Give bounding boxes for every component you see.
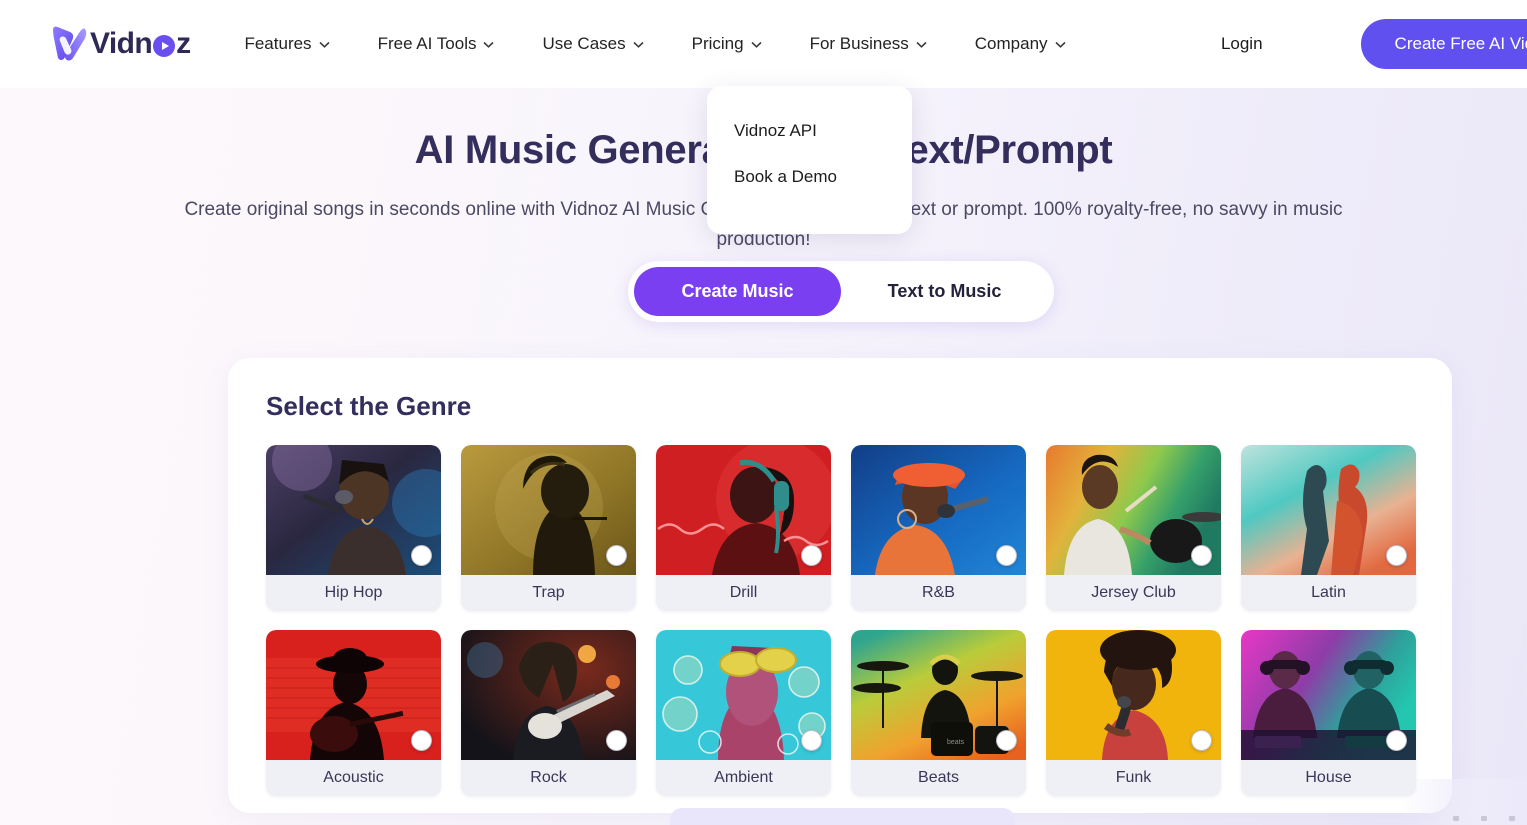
genre-card-trap[interactable]: Trap [461, 445, 636, 611]
nav-label-for-business: For Business [809, 34, 909, 53]
corner-dot [1509, 816, 1515, 821]
section-title-select-genre: Select the Genre [266, 391, 472, 421]
dropdown-item-vidnoz-api[interactable]: Vidnoz API [707, 108, 912, 154]
genre-radio-rnb[interactable] [996, 545, 1017, 566]
genre-label-trap: Trap [461, 575, 636, 611]
nav-label-features: Features [244, 34, 312, 53]
chevron-down-icon [751, 41, 762, 48]
chevron-down-icon [319, 41, 330, 48]
chevron-down-icon [916, 41, 927, 48]
genre-thumbnail-jersey-club [1046, 445, 1221, 575]
vidnoz-v-logo-icon [53, 26, 87, 61]
nav-item-company[interactable]: Company [951, 24, 1090, 64]
genre-thumbnail-ambient [656, 630, 831, 760]
genre-radio-drill[interactable] [801, 545, 822, 566]
genre-label-acoustic: Acoustic [266, 760, 441, 796]
corner-widget-dots [1453, 816, 1515, 821]
dropdown-item-book-a-demo[interactable]: Book a Demo [707, 154, 912, 200]
genre-radio-hip-hop[interactable] [411, 545, 432, 566]
genre-label-funk: Funk [1046, 760, 1221, 796]
genre-thumbnail-acoustic [266, 630, 441, 760]
logo-text-prefix: Vidn [90, 27, 153, 60]
nav-item-features[interactable]: Features [220, 24, 353, 64]
genre-thumbnail-rnb [851, 445, 1026, 575]
genre-label-drill: Drill [656, 575, 831, 611]
tab-text-to-music[interactable]: Text to Music [841, 267, 1048, 316]
nav-label-pricing: Pricing [691, 34, 744, 53]
svg-text:beats: beats [947, 739, 965, 746]
for-business-dropdown-menu: Vidnoz API Book a Demo [707, 86, 912, 234]
mode-tab-group: Create Music Text to Music [628, 261, 1054, 322]
nav-item-use-cases[interactable]: Use Cases [518, 24, 667, 64]
genre-radio-funk[interactable] [1191, 730, 1212, 751]
genre-card-drill[interactable]: Drill [656, 445, 831, 611]
genre-radio-trap[interactable] [606, 545, 627, 566]
genre-thumbnail-beats: beats [851, 630, 1026, 760]
nav-label-free-ai-tools: Free AI Tools [377, 34, 477, 53]
chevron-down-icon [633, 41, 644, 48]
genre-card-rock[interactable]: Rock [461, 630, 636, 796]
logo-play-o-icon [153, 35, 176, 57]
nav-label-use-cases: Use Cases [542, 34, 626, 53]
corner-dot [1481, 816, 1487, 821]
genre-label-jersey-club: Jersey Club [1046, 575, 1221, 611]
nav-label-company: Company [974, 34, 1048, 53]
logo-wordmark: Vidn z [90, 27, 191, 60]
genre-selection-card: Select the Genre Hip Hop Trap Drill R&B … [228, 358, 1452, 813]
genre-card-hip-hop[interactable]: Hip Hop [266, 445, 441, 611]
genre-card-beats[interactable]: beats Beats [851, 630, 1026, 796]
genre-card-jersey-club[interactable]: Jersey Club [1046, 445, 1221, 611]
genre-label-ambient: Ambient [656, 760, 831, 796]
genre-thumbnail-funk [1046, 630, 1221, 760]
genre-label-hip-hop: Hip Hop [266, 575, 441, 611]
genre-card-funk[interactable]: Funk [1046, 630, 1221, 796]
header-actions: Login Create Free AI Video [1207, 19, 1527, 69]
genre-thumbnail-drill [656, 445, 831, 575]
tab-create-music[interactable]: Create Music [634, 267, 841, 316]
chevron-down-icon [1054, 41, 1066, 48]
nav-item-pricing[interactable]: Pricing [668, 24, 786, 64]
genre-radio-rock[interactable] [606, 730, 627, 751]
genre-label-latin: Latin [1241, 575, 1416, 611]
nav-item-for-business[interactable]: For Business [786, 24, 951, 64]
genre-radio-jersey-club[interactable] [1191, 545, 1212, 566]
genre-label-beats: Beats [851, 760, 1026, 796]
genre-radio-acoustic[interactable] [411, 730, 432, 751]
genre-radio-latin[interactable] [1386, 545, 1407, 566]
create-free-ai-video-button[interactable]: Create Free AI Video [1360, 19, 1527, 69]
generate-button-partial[interactable] [670, 808, 1015, 825]
genre-label-rock: Rock [461, 760, 636, 796]
genre-label-rnb: R&B [851, 575, 1026, 611]
genre-label-house: House [1241, 760, 1416, 796]
genre-thumbnail-latin [1241, 445, 1416, 575]
genre-grid: Hip Hop Trap Drill R&B Jersey Club Latin… [266, 445, 1452, 796]
site-header: Vidn z Features Free AI Tools Use Cases … [0, 0, 1527, 88]
genre-card-latin[interactable]: Latin [1241, 445, 1416, 611]
genre-radio-beats[interactable] [996, 730, 1017, 751]
login-link[interactable]: Login [1207, 26, 1277, 62]
main-nav: Features Free AI Tools Use Cases Pricing… [220, 24, 1089, 64]
genre-radio-ambient[interactable] [801, 730, 822, 751]
genre-card-rnb[interactable]: R&B [851, 445, 1026, 611]
genre-thumbnail-trap [461, 445, 636, 575]
vidnoz-logo[interactable]: Vidn z [50, 22, 191, 66]
genre-thumbnail-rock [461, 630, 636, 760]
nav-item-free-ai-tools[interactable]: Free AI Tools [354, 24, 519, 64]
genre-thumbnail-house [1241, 630, 1416, 760]
genre-thumbnail-hip-hop [266, 445, 441, 575]
chevron-down-icon [483, 41, 495, 48]
genre-card-ambient[interactable]: Ambient [656, 630, 831, 796]
genre-card-acoustic[interactable]: Acoustic [266, 630, 441, 796]
logo-text-suffix: z [176, 27, 191, 60]
genre-radio-house[interactable] [1386, 730, 1407, 751]
genre-card-house[interactable]: House [1241, 630, 1416, 796]
corner-dot [1453, 816, 1459, 821]
